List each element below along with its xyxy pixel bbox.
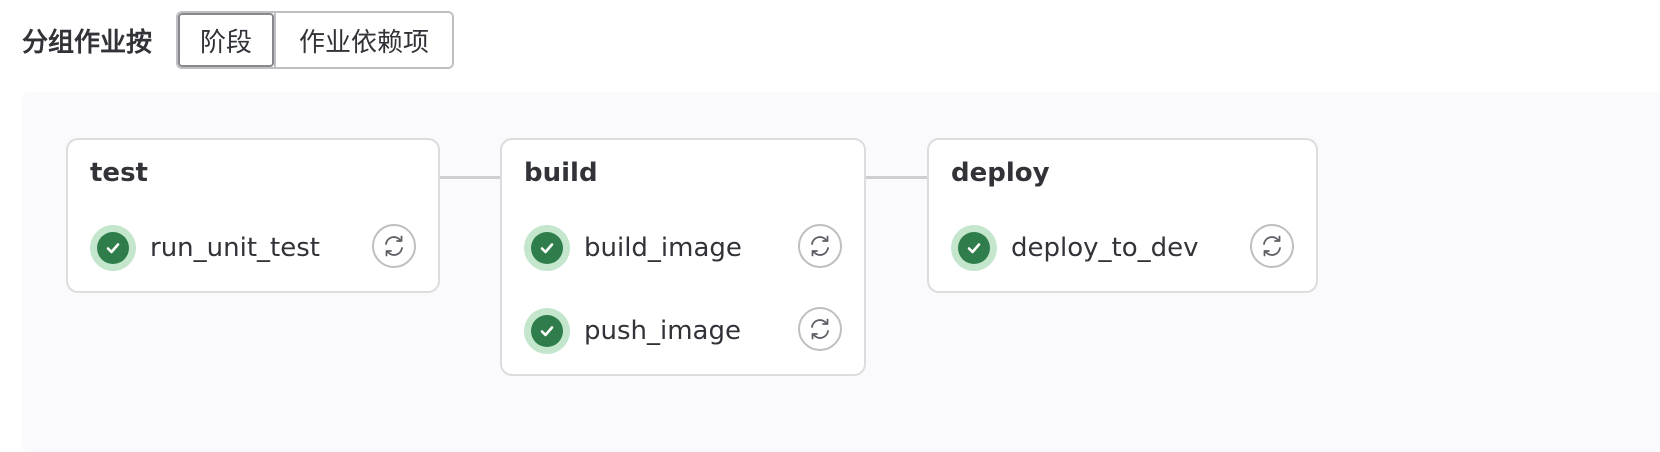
status-success-icon	[90, 225, 136, 271]
status-success-icon	[524, 225, 570, 271]
group-by-toggle: 阶段 作业依赖项	[176, 11, 455, 69]
stage-title: test	[90, 158, 148, 188]
group-by-label: 分组作业按	[22, 27, 153, 58]
job-name: build_image	[584, 233, 742, 263]
job-item[interactable]: run_unit_test	[90, 224, 320, 272]
retry-icon[interactable]	[798, 307, 842, 351]
status-success-icon	[524, 308, 570, 354]
group-by-toolbar: 分组作业按 阶段 作业依赖项	[22, 10, 455, 70]
job-name: run_unit_test	[150, 233, 320, 263]
stage-title: build	[524, 158, 598, 188]
job-item[interactable]: push_image	[524, 307, 741, 355]
stage-column-deploy: deploy deploy_to_dev	[927, 138, 1318, 293]
job-name: push_image	[584, 316, 741, 346]
stage-connector	[864, 176, 928, 179]
status-success-icon	[951, 225, 997, 271]
stage-connector	[438, 176, 500, 179]
job-name: deploy_to_dev	[1011, 233, 1199, 263]
job-item[interactable]: deploy_to_dev	[951, 224, 1199, 272]
retry-icon[interactable]	[1250, 224, 1294, 268]
stage-column-build: build build_image push_image	[500, 138, 866, 376]
stage-title: deploy	[951, 158, 1050, 188]
group-by-job-dependencies-button[interactable]: 作业依赖项	[274, 13, 453, 67]
retry-icon[interactable]	[372, 224, 416, 268]
stage-column-test: test run_unit_test	[66, 138, 440, 293]
pipeline-graph: test run_unit_test build build_image pus…	[22, 92, 1660, 452]
group-by-stage-button[interactable]: 阶段	[178, 13, 275, 67]
retry-icon[interactable]	[798, 224, 842, 268]
job-item[interactable]: build_image	[524, 224, 742, 272]
